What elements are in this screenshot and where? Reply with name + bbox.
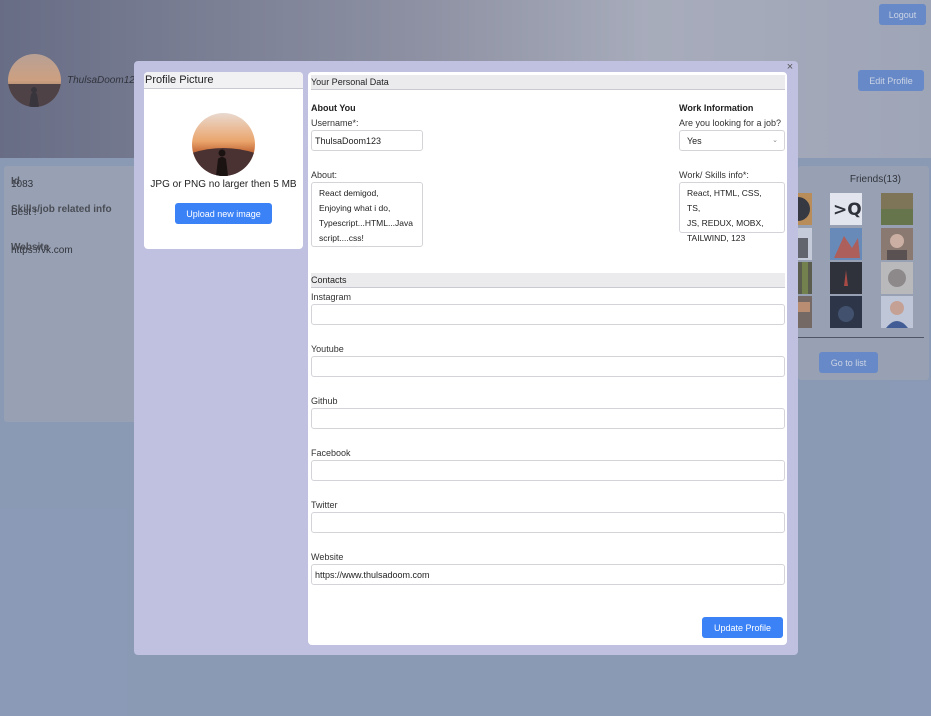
upload-hint: JPG or PNG no larger then 5 MB xyxy=(150,179,297,190)
youtube-input[interactable] xyxy=(311,356,785,377)
contacts-title: Contacts xyxy=(311,273,785,288)
close-icon[interactable]: × xyxy=(784,61,796,73)
github-label: Github xyxy=(311,396,338,406)
job-looking-value: Yes xyxy=(687,136,702,146)
profile-picture-panel: Profile Picture JPG or PNG no larger the… xyxy=(144,72,303,249)
panel-title: Profile Picture xyxy=(144,72,303,89)
edit-profile-modal: × Profile Picture JPG or PNG no larger t… xyxy=(134,61,798,655)
work-section-title: Work Information xyxy=(679,103,754,113)
youtube-label: Youtube xyxy=(311,344,344,354)
panel-title: Your Personal Data xyxy=(311,75,785,90)
personal-data-panel: Your Personal Data About You Username*: … xyxy=(308,72,787,645)
website-input[interactable]: https://www.thulsadoom.com xyxy=(311,564,785,585)
job-looking-select[interactable]: Yes ⌄ xyxy=(679,130,785,151)
about-label: About: xyxy=(311,170,338,180)
chevron-down-icon: ⌄ xyxy=(772,137,778,144)
instagram-label: Instagram xyxy=(311,292,352,302)
username-label: Username*: xyxy=(311,118,359,128)
about-section-title: About You xyxy=(311,103,356,113)
twitter-label: Twitter xyxy=(311,500,338,510)
avatar-preview xyxy=(192,113,255,176)
twitter-input[interactable] xyxy=(311,512,785,533)
about-textarea[interactable]: React demigod, Enjoying what i do, Types… xyxy=(311,182,423,247)
upload-image-button[interactable]: Upload new image xyxy=(175,203,272,224)
github-input[interactable] xyxy=(311,408,785,429)
skills-label: Work/ Skills info*: xyxy=(679,170,749,180)
website-label: Website xyxy=(311,552,344,562)
skills-textarea[interactable]: React, HTML, CSS, TS, JS, REDUX, MOBX, T… xyxy=(679,182,785,243)
update-profile-button[interactable]: Update Profile xyxy=(702,617,783,638)
instagram-input[interactable] xyxy=(311,304,785,325)
username-input[interactable]: ThulsaDoom123 xyxy=(311,130,423,151)
facebook-label: Facebook xyxy=(311,448,351,458)
job-looking-label: Are you looking for a job? xyxy=(679,118,782,128)
facebook-input[interactable] xyxy=(311,460,785,481)
